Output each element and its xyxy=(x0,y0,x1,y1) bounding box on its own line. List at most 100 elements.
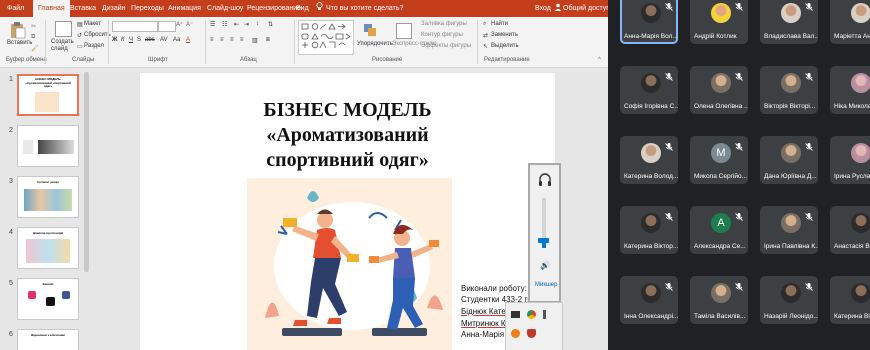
participant-tile[interactable]: Катерина Вікто... xyxy=(830,276,870,324)
participant-tile[interactable]: Інна Олександрі... xyxy=(620,276,678,324)
monitor-icon[interactable] xyxy=(511,311,520,318)
line-spacing-icon[interactable]: ↕ xyxy=(256,21,259,27)
chrome-icon[interactable] xyxy=(527,310,536,319)
cut-icon[interactable]: ✂ xyxy=(31,23,36,30)
signin-link[interactable]: Вход xyxy=(535,0,551,17)
paste-icon[interactable] xyxy=(9,21,27,39)
font-grow-icon[interactable]: A⁺ xyxy=(176,21,183,28)
format-painter-icon[interactable]: 🖌 xyxy=(31,45,39,52)
tab-slideshow[interactable]: Слайд-шоу xyxy=(207,0,243,17)
participant-tile[interactable]: Ірина Павлівна К... xyxy=(760,206,818,254)
participant-tile[interactable]: Владислава Вал... xyxy=(760,0,818,44)
font-name-field[interactable] xyxy=(112,21,158,32)
replace-icon[interactable]: ⇄ xyxy=(483,32,488,39)
lightbulb-icon[interactable] xyxy=(316,0,323,17)
tab-review[interactable]: Рецензирование xyxy=(247,0,301,17)
participant-tile[interactable]: Назарій Леонідо... xyxy=(760,276,818,324)
slide-thumbnail-5[interactable]: Канали xyxy=(17,278,79,320)
shadow-icon[interactable]: S xyxy=(137,37,141,43)
participant-tile[interactable]: Ніка Миколаїв... xyxy=(830,66,870,114)
char-spacing-icon[interactable]: AV xyxy=(160,37,168,43)
section-icon[interactable]: ▭ xyxy=(77,43,83,50)
participant-tile[interactable]: Андрій Котлик xyxy=(690,0,748,44)
arrange-button[interactable]: Упорядочить xyxy=(357,41,393,47)
speaker-icon[interactable]: 🔊 xyxy=(540,261,550,270)
tab-transitions[interactable]: Переходы xyxy=(131,0,164,17)
slide-thumbnail-2[interactable] xyxy=(17,125,79,167)
usb-icon[interactable] xyxy=(543,310,546,319)
replace-button[interactable]: Заменить xyxy=(491,32,518,38)
shape-effects-button[interactable]: Эффекты фигуры xyxy=(421,43,471,49)
select-icon[interactable]: ↖ xyxy=(483,43,488,50)
tab-file[interactable]: Файл xyxy=(7,0,24,17)
strike-icon[interactable]: abc xyxy=(145,37,155,43)
slide-thumbnail-1[interactable]: БІЗНЕС МОДЕЛЬ «Ароматизований спортивний… xyxy=(17,74,79,116)
columns-icon[interactable]: ▥ xyxy=(252,37,258,44)
section-button[interactable]: Раздел xyxy=(84,43,104,49)
reset-icon[interactable]: ↺ xyxy=(77,32,82,39)
layout-button[interactable]: Макет xyxy=(84,21,101,27)
slide-canvas[interactable]: БІЗНЕС МОДЕЛЬ «Ароматизований спортивний… xyxy=(140,73,555,350)
shapes-gallery[interactable] xyxy=(298,20,354,55)
participant-tile[interactable]: A Александра Се... xyxy=(690,206,748,254)
layout-icon[interactable]: ▤ xyxy=(77,21,83,28)
shape-outline-button[interactable]: Контур фигуры xyxy=(421,32,463,38)
indent-icon[interactable]: ⇤ xyxy=(234,21,239,28)
slide-thumbnail-4[interactable]: Ціннісна пропозиція xyxy=(17,227,79,269)
participant-tile[interactable]: M Микола Сергійо... xyxy=(690,136,748,184)
paste-button[interactable]: Вставить xyxy=(7,40,32,46)
tab-animation[interactable]: Анимация xyxy=(168,0,201,17)
bullets-icon[interactable]: ☰ xyxy=(210,21,215,28)
smartart-icon[interactable]: ⧈ xyxy=(266,37,270,44)
participant-tile[interactable]: Таміла Василів... xyxy=(690,276,748,324)
font-shrink-icon[interactable]: A⁻ xyxy=(186,21,193,28)
font-size-field[interactable] xyxy=(158,21,176,32)
volume-thumb[interactable] xyxy=(538,238,549,243)
share-icon[interactable] xyxy=(554,0,562,17)
avast-icon[interactable] xyxy=(511,329,520,338)
headphones-icon[interactable] xyxy=(537,172,553,188)
participant-tile[interactable]: Софія Ігорівна С... xyxy=(620,66,678,114)
arrange-icon[interactable] xyxy=(363,23,377,37)
find-button[interactable]: Найти xyxy=(491,21,508,27)
slide-thumbnail-6[interactable]: Відносини з клієнтами xyxy=(17,329,79,350)
new-slide-icon[interactable] xyxy=(55,21,72,37)
tell-me-search[interactable]: Что вы хотите сделать? xyxy=(326,0,403,17)
slide-thumbnail-3[interactable]: Сегмент ринку xyxy=(17,176,79,218)
tab-home[interactable]: Главная xyxy=(33,0,70,17)
align-left-icon[interactable]: ≡ xyxy=(210,37,214,43)
participant-tile[interactable]: Олена Олегівна ... xyxy=(690,66,748,114)
new-slide-button[interactable]: Создать слайд xyxy=(51,39,75,53)
italic-icon[interactable]: К xyxy=(121,37,125,43)
font-color-icon[interactable]: A xyxy=(186,37,190,43)
bold-icon[interactable]: Ж xyxy=(112,37,117,43)
shape-fill-button[interactable]: Заливка фигуры xyxy=(421,21,467,27)
change-case-icon[interactable]: Aa xyxy=(173,37,180,43)
participant-tile[interactable]: Вікторія Вікторі... xyxy=(760,66,818,114)
text-direction-icon[interactable]: ⇅ xyxy=(268,21,273,28)
participant-tile[interactable]: Катерина Віктор... xyxy=(620,206,678,254)
tab-insert[interactable]: Вставка xyxy=(70,0,96,17)
outdent-icon[interactable]: ⇥ xyxy=(244,21,249,28)
participant-tile[interactable]: Катерина Волод... xyxy=(620,136,678,184)
numbering-icon[interactable]: ☷ xyxy=(222,21,227,28)
quick-styles-icon[interactable] xyxy=(396,23,412,39)
justify-icon[interactable]: ≡ xyxy=(240,37,244,43)
collapse-ribbon-icon[interactable]: ^ xyxy=(598,57,601,63)
align-center-icon[interactable]: ≡ xyxy=(220,37,224,43)
reset-button[interactable]: Сбросить xyxy=(84,32,111,38)
select-button[interactable]: Выделить xyxy=(491,43,519,49)
shield-icon[interactable] xyxy=(527,329,536,338)
participant-tile[interactable]: Анастасія Вікт... xyxy=(830,206,870,254)
tab-design[interactable]: Дизайн xyxy=(102,0,126,17)
participant-tile[interactable]: Дана Юріївна Д... xyxy=(760,136,818,184)
thumbnails-scrollbar[interactable] xyxy=(84,72,89,272)
participant-tile[interactable]: Ірина Русланів... xyxy=(830,136,870,184)
share-button[interactable]: Общий доступ xyxy=(563,0,608,17)
participant-tile[interactable]: Маріетта Анат... xyxy=(830,0,870,44)
mixer-link[interactable]: Микшер xyxy=(535,282,557,288)
tab-view[interactable]: Вид xyxy=(296,0,309,17)
align-right-icon[interactable]: ≡ xyxy=(230,37,234,43)
copy-icon[interactable]: ⧉ xyxy=(31,34,35,41)
find-icon[interactable]: ⌕ xyxy=(483,21,486,28)
